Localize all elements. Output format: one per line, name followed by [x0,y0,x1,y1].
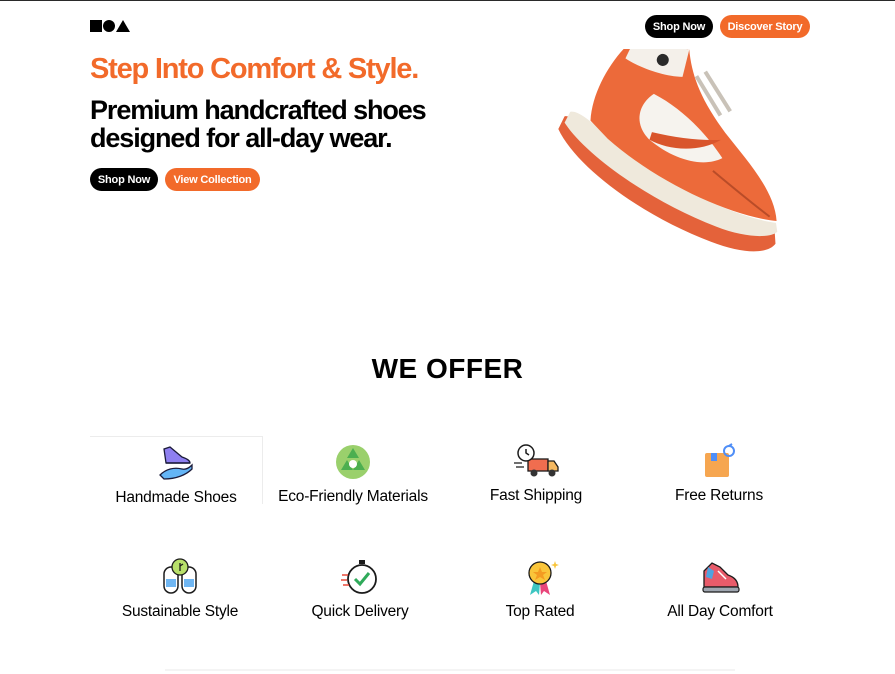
medal-icon [528,561,559,595]
logo-triangle-shape [116,20,130,32]
offer-card-sustainable-style: Sustainable Style [90,557,270,621]
return-box-icon [705,443,735,477]
hero-subtitle: Premium handcrafted shoes designed for a… [90,95,427,153]
offer-card-quick-delivery: Quick Delivery [270,557,450,621]
logo-square-shape [90,20,102,32]
header-shop-now-button[interactable]: Shop Now [645,15,713,38]
offer-label: Sustainable Style [121,603,239,620]
offer-label: All Day Comfort [667,603,773,620]
discover-story-button[interactable]: Discover Story [720,15,810,38]
offer-label: Top Rated [505,603,575,620]
hero-sneaker-image [558,49,778,252]
offer-card-handmade-shoes: Handmade Shoes [90,436,263,506]
offer-card-all-day-comfort: All Day Comfort [630,557,810,621]
logo-circle-shape [103,20,115,32]
we-offer-title: WE OFFER [371,353,524,384]
offer-label: Fast Shipping [489,487,583,504]
eco-sandals-icon [163,558,197,594]
hero-title: Step Into Comfort & Style. [90,53,419,85]
delivery-truck-icon [514,444,559,477]
hero-shop-now-button[interactable]: Shop Now [90,168,158,191]
offer-card-top-rated: Top Rated [450,557,630,621]
recycle-icon [336,445,370,479]
offer-card-free-returns: Free Returns [629,441,809,505]
shoe-hand-icon [159,446,193,480]
sneaker-icon [702,562,740,593]
offer-card-fast-shipping: Fast Shipping [446,441,626,505]
offer-label: Free Returns [674,487,764,504]
view-collection-button[interactable]: View Collection [165,168,260,191]
offer-label: Eco-Friendly Materials [278,488,428,505]
offer-card-eco-friendly: Eco-Friendly Materials [263,442,443,506]
offer-label: Handmade Shoes [115,489,237,506]
divider [165,669,735,671]
offer-label: Quick Delivery [311,603,409,620]
brand-logo[interactable] [90,19,130,33]
stopwatch-icon [341,560,377,594]
